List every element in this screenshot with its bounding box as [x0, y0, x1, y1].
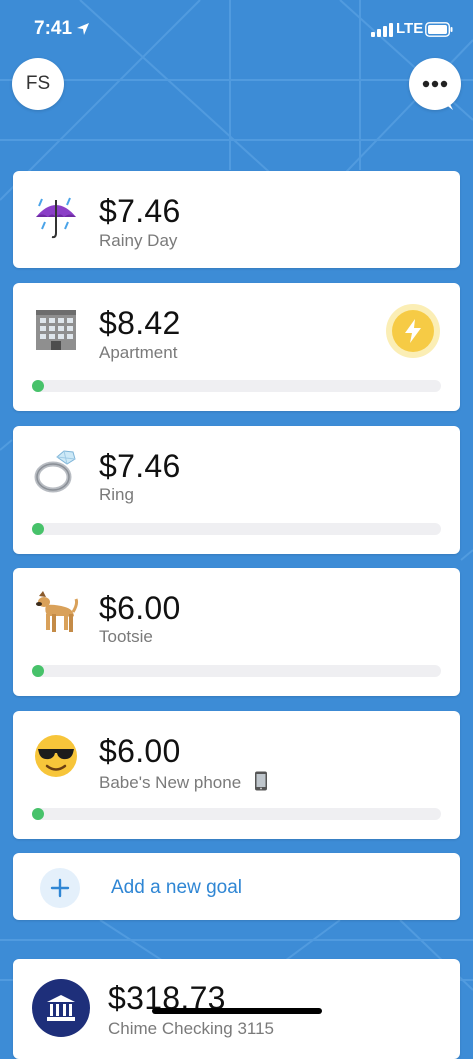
office-building-icon: [33, 306, 79, 352]
dog-icon: [33, 590, 79, 636]
progress-bar: [32, 665, 441, 677]
battery-icon: [425, 22, 453, 37]
progress-fill: [32, 523, 44, 535]
boost-button[interactable]: [386, 304, 440, 358]
sunglasses-face-icon: [33, 733, 79, 779]
add-goal-button[interactable]: Add a new goal: [13, 853, 460, 920]
progress-fill: [32, 808, 44, 820]
location-arrow-icon: [77, 23, 89, 35]
status-bar: 7:41 LTE: [0, 0, 473, 58]
progress-bar: [32, 380, 441, 392]
goal-card-apartment[interactable]: $8.42 Apartment: [13, 283, 460, 411]
umbrella-with-rain-icon: [33, 195, 79, 241]
mobile-phone-icon: [254, 771, 267, 791]
avatar-initials: FS: [25, 73, 51, 94]
progress-bar: [32, 808, 441, 820]
signal-icon: [371, 23, 393, 37]
plus-icon: [40, 868, 80, 908]
progress-bar: [32, 523, 441, 535]
goal-name: Ring: [99, 485, 134, 504]
network-label: LTE: [396, 20, 424, 37]
goal-amount: $7.46: [99, 193, 181, 229]
account-name: Chime Checking 3115: [108, 1019, 274, 1038]
goal-amount: $6.00: [99, 590, 181, 626]
goal-amount: $7.46: [99, 448, 181, 484]
goal-name: Apartment: [99, 343, 178, 362]
progress-fill: [32, 665, 44, 677]
more-dots-icon: [422, 80, 453, 110]
ring-icon: [33, 447, 79, 493]
goal-name: Babe's New phone: [99, 771, 268, 791]
bank-icon: [32, 979, 90, 1037]
goal-card-tootsie[interactable]: $6.00 Tootsie: [13, 568, 460, 696]
progress-fill: [32, 380, 44, 392]
goal-card-new-phone[interactable]: $6.00 Babe's New phone: [13, 711, 460, 839]
goal-name: Rainy Day: [99, 231, 178, 250]
add-goal-label: Add a new goal: [111, 877, 242, 898]
avatar[interactable]: FS: [12, 58, 64, 110]
goal-card-ring[interactable]: $7.46 Ring: [13, 426, 460, 554]
home-indicator: [152, 1008, 322, 1014]
goal-amount: $6.00: [99, 733, 181, 769]
goal-name: Tootsie: [99, 627, 153, 646]
lightning-bolt-icon: [405, 319, 421, 343]
status-time: 7:41: [34, 18, 73, 39]
goal-card-rainy-day[interactable]: $7.46 Rainy Day: [13, 171, 460, 268]
goal-name-text: Babe's New phone: [99, 773, 242, 792]
goal-amount: $8.42: [99, 305, 181, 341]
more-button[interactable]: [409, 58, 461, 110]
